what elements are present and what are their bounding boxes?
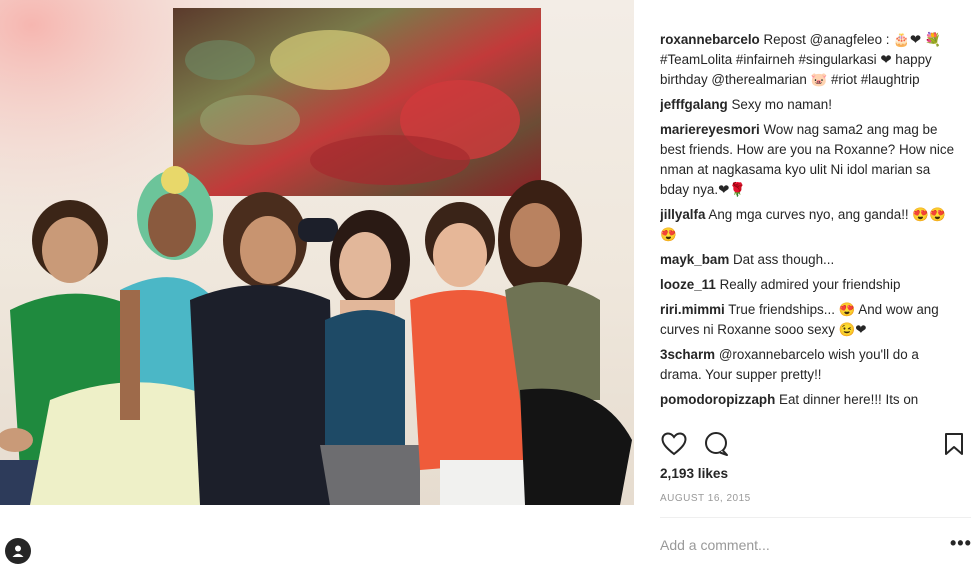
comment-username[interactable]: riri.mimmi [660, 302, 725, 317]
caption: roxannebarcelo Repost @anagfeleo : 🎂❤ 💐 … [660, 30, 960, 90]
add-comment-input[interactable] [660, 534, 920, 556]
divider [660, 517, 971, 518]
list-item: pomodoropizzaph Eat dinner here!!! Its o… [660, 390, 960, 410]
comment-username[interactable]: 3scharm [660, 347, 715, 362]
caption-username[interactable]: roxannebarcelo [660, 32, 760, 47]
post-photo[interactable] [0, 0, 634, 505]
comments-list[interactable]: roxannebarcelo Repost @anagfeleo : 🎂❤ 💐 … [660, 30, 960, 422]
comment-username[interactable]: mariereyesmori [660, 122, 760, 137]
comment-button[interactable] [702, 430, 730, 458]
comment-username[interactable]: jillyalfa [660, 207, 705, 222]
comment-username[interactable]: pomodoropizzaph [660, 392, 775, 407]
comment-text: Sexy mo naman! [731, 97, 832, 112]
save-button[interactable] [940, 430, 968, 458]
list-item: 3scharm @roxannebarcelo wish you'll do a… [660, 345, 960, 385]
comment-username[interactable]: mayk_bam [660, 252, 729, 267]
like-button[interactable] [660, 430, 688, 458]
wall-painting [173, 8, 541, 196]
more-options-button[interactable]: ••• [950, 534, 971, 552]
list-item: mariereyesmori Wow nag sama2 ang mag be … [660, 120, 960, 200]
list-item: jefffgalang Sexy mo naman! [660, 95, 960, 115]
post-details-panel: roxannebarcelo Repost @anagfeleo : 🎂❤ 💐 … [644, 0, 971, 567]
list-item: looze_11 Really admired your friendship [660, 275, 960, 295]
comment-username[interactable]: looze_11 [660, 277, 716, 292]
comment-text: Dat ass though... [732, 252, 835, 267]
post-date[interactable]: AUGUST 16, 2015 [660, 493, 751, 504]
likes-count[interactable]: 2,193 likes [660, 466, 728, 481]
list-item: jillyalfa Ang mga curves nyo, ang ganda!… [660, 205, 960, 245]
comment-text: Eat dinner here!!! Its on [779, 392, 919, 407]
action-bar [660, 430, 963, 458]
person-tag-icon [12, 545, 24, 557]
list-item: riri.mimmi True friendships... 😍 And wow… [660, 300, 960, 340]
person-blue-tank [320, 210, 420, 505]
comment-text: Really admired your friendship [719, 277, 901, 292]
tag-people-button[interactable] [5, 538, 31, 564]
list-item: mayk_bam Dat ass though... [660, 250, 960, 270]
group-photo-image [0, 0, 634, 505]
bookmark-icon [945, 433, 963, 455]
heart-icon [661, 432, 687, 456]
comment-username[interactable]: jefffgalang [660, 97, 728, 112]
speech-bubble-icon [705, 432, 728, 456]
